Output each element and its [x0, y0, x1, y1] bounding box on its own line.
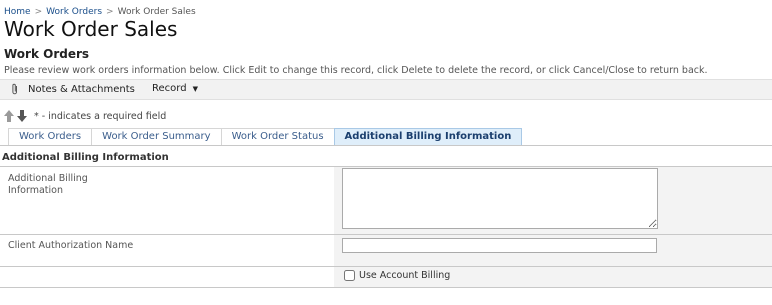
use-account-billing-label: Use Account Billing	[359, 270, 451, 281]
tab-work-order-status[interactable]: Work Order Status	[220, 128, 335, 146]
section-heading: Additional Billing Information	[2, 152, 169, 163]
breadcrumb-work-orders-link[interactable]: Work Orders	[46, 7, 102, 17]
tab-bar: Work Orders Work Order Summary Work Orde…	[8, 128, 523, 146]
arrow-down-icon[interactable]	[17, 110, 27, 122]
required-field-note: * - indicates a required field	[4, 110, 166, 122]
tab-work-order-summary[interactable]: Work Order Summary	[91, 128, 222, 146]
use-account-billing-option[interactable]: Use Account Billing	[344, 270, 450, 281]
value-cell	[334, 167, 772, 234]
breadcrumb-home-link[interactable]: Home	[4, 7, 31, 17]
client-authorization-input[interactable]	[342, 238, 657, 253]
form-row-additional-billing: Additional Billing Information	[0, 167, 772, 235]
additional-billing-textarea[interactable]	[342, 168, 658, 229]
page-title: Work Order Sales	[4, 17, 178, 41]
breadcrumb-separator: >	[106, 7, 114, 17]
tab-divider	[0, 145, 772, 146]
form-row-client-authorization: Client Authorization Name	[0, 235, 772, 267]
toolbar: Notes & Attachments Record ▼	[0, 79, 772, 100]
notes-attachments-button[interactable]: Notes & Attachments	[10, 83, 135, 95]
record-menu-label: Record	[152, 83, 187, 94]
tab-work-orders[interactable]: Work Orders	[8, 128, 93, 146]
value-cell	[334, 235, 772, 266]
caret-down-icon: ▼	[192, 84, 198, 93]
additional-billing-label: Additional Billing Information	[8, 173, 88, 196]
paperclip-icon	[12, 83, 17, 95]
use-account-billing-checkbox[interactable]	[344, 270, 355, 281]
notes-attachments-label: Notes & Attachments	[28, 83, 135, 95]
form-row-use-account-billing: Use Account Billing	[0, 267, 772, 288]
arrow-up-icon[interactable]	[4, 110, 14, 122]
client-authorization-label: Client Authorization Name	[8, 240, 134, 251]
instructions-text: Please review work orders information be…	[4, 65, 708, 76]
breadcrumb-separator: >	[34, 7, 43, 17]
breadcrumb-current: Work Order Sales	[117, 7, 196, 17]
tab-additional-billing-information[interactable]: Additional Billing Information	[333, 128, 523, 146]
breadcrumb: Home > Work Orders > Work Order Sales	[4, 7, 196, 17]
record-menu-button[interactable]: Record ▼	[152, 83, 198, 94]
value-cell: Use Account Billing	[334, 267, 772, 287]
required-field-text: * - indicates a required field	[34, 110, 167, 122]
section-title: Work Orders	[4, 47, 90, 61]
